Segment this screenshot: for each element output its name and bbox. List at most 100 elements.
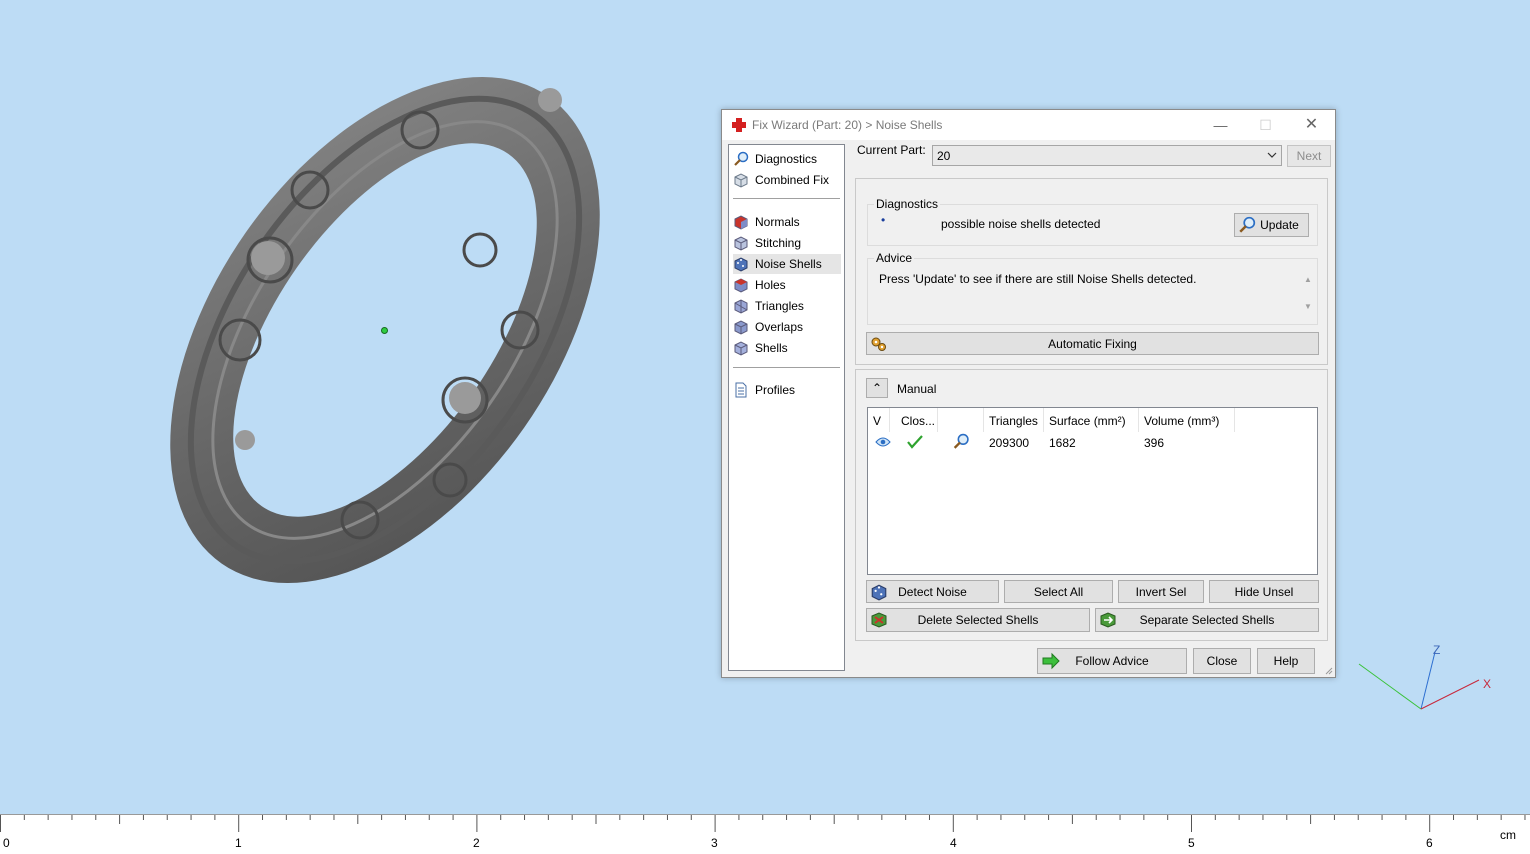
ruler-label-0: 0 [3,836,10,850]
nav-item-profiles[interactable]: Profiles [733,380,841,400]
help-button[interactable]: Help [1257,648,1315,674]
advice-group: Advice Press 'Update' to see if there ar… [867,251,1318,325]
diagnostics-group-label: Diagnostics [874,197,941,211]
current-part-select[interactable]: 20 [932,145,1282,166]
nav-label: Combined Fix [755,173,830,187]
advice-scrollbar[interactable]: ▲ ▼ [1303,275,1313,319]
nav-item-diagnostics[interactable]: Diagnostics [733,149,841,169]
detect-noise-button[interactable]: Detect Noise [866,580,999,603]
shells-table[interactable]: V Clos... Triangles Surface (mm²) Volume… [867,407,1318,575]
advice-group-label: Advice [874,251,915,265]
ruler-unit: cm [1500,828,1516,842]
window-title: Fix Wizard (Part: 20) > Noise Shells [752,118,943,132]
nav-item-normals[interactable]: Normals [733,212,841,232]
ruler-label-1: 1 [235,836,242,850]
separate-selected-label: Separate Selected Shells [1139,613,1275,627]
column-header-surface[interactable]: Surface (mm²) [1044,408,1139,432]
update-button[interactable]: Update [1234,213,1309,237]
ruler-label-6: 6 [1426,836,1433,850]
eye-icon[interactable] [875,436,891,448]
column-header-closed[interactable]: Clos... [896,408,938,432]
diagnostic-bullet: • [881,213,886,227]
advice-text: Press 'Update' to see if there are still… [879,272,1197,286]
column-header-volume[interactable]: Volume (mm³) [1139,408,1235,432]
diagnostics-panel: Diagnostics • possible noise shells dete… [855,178,1328,365]
nav-item-holes[interactable]: Holes [733,275,841,295]
update-label: Update [1260,218,1299,232]
select-all-button[interactable]: Select All [1004,580,1113,603]
nav-label: Holes [755,278,786,292]
normals-cube-icon [734,215,748,230]
invert-selection-button[interactable]: Invert Sel [1118,580,1204,603]
nav-item-shells[interactable]: Shells [733,338,841,358]
nav-divider [733,198,840,199]
nav-item-stitching[interactable]: Stitching [733,233,841,253]
nav-label: Overlaps [755,320,804,334]
column-header-triangles[interactable]: Triangles [984,408,1044,432]
axis-z-label: Z [1433,643,1440,657]
manual-collapse-button[interactable]: ⌃ [866,378,888,398]
nav-label: Noise Shells [755,257,822,271]
diagnostics-group: Diagnostics • possible noise shells dete… [867,197,1318,246]
automatic-fixing-button[interactable]: Automatic Fixing [866,332,1319,355]
close-button[interactable]: Close [1193,648,1251,674]
follow-advice-label: Follow Advice [1075,654,1149,668]
next-button[interactable]: Next [1287,145,1331,167]
gears-icon [871,337,886,351]
rotation-center-marker [381,327,388,334]
cell-volume: 396 [1144,436,1165,450]
nav-divider [733,367,840,368]
fix-wizard-window: Fix Wizard (Part: 20) > Noise Shells — ☐… [721,109,1336,678]
overlaps-cube-icon [734,320,748,335]
close-window-button[interactable]: ✕ [1289,110,1334,140]
nav-label: Normals [755,215,800,229]
current-part-label: Current Part: [857,143,926,157]
chevron-down-icon [1267,152,1277,158]
ruler: 0 1 2 3 4 5 6 cm [0,814,1530,854]
resize-grip-icon[interactable] [1323,665,1333,675]
nav-label: Diagnostics [755,152,818,166]
nav-label: Triangles [755,299,804,313]
magnifier-icon [734,151,749,166]
title-bar[interactable]: Fix Wizard (Part: 20) > Noise Shells — ☐… [722,110,1335,140]
noise-cube-icon [871,584,887,601]
magnifier-icon [1239,216,1256,233]
ruler-label-3: 3 [711,836,718,850]
cell-triangles: 209300 [989,436,1030,450]
delete-selected-shells-button[interactable]: Delete Selected Shells [866,608,1090,632]
current-part-value: 20 [937,149,951,163]
column-header-inspect[interactable] [938,408,984,432]
nav-label: Shells [755,341,788,355]
ruler-label-5: 5 [1188,836,1195,850]
nav-label: Profiles [755,383,796,397]
ruler-ticks [0,814,1530,832]
nav-item-noise-shells[interactable]: Noise Shells [733,254,841,274]
green-arrow-icon [1042,652,1060,670]
hide-unselected-button[interactable]: Hide Unsel [1209,580,1319,603]
nav-item-overlaps[interactable]: Overlaps [733,317,841,337]
column-header-visible[interactable]: V [868,408,890,432]
magnifier-icon[interactable] [952,433,970,450]
delete-selected-label: Delete Selected Shells [917,613,1039,627]
minimize-button[interactable]: — [1198,110,1243,140]
manual-panel: ⌃ Manual V Clos... Triangles Surface (mm… [855,369,1328,641]
ruler-label-4: 4 [950,836,957,850]
maximize-button[interactable]: ☐ [1243,110,1288,140]
triangles-cube-icon [734,299,748,314]
nav-item-triangles[interactable]: Triangles [733,296,841,316]
separate-selected-shells-button[interactable]: Separate Selected Shells [1095,608,1319,632]
cell-surface: 1682 [1049,436,1076,450]
noise-cube-icon [734,257,748,272]
axis-triad: Z X [1358,643,1491,710]
separate-shell-icon [1100,612,1116,628]
nav-item-combined-fix[interactable]: Combined Fix [733,170,841,190]
fix-wizard-nav: Diagnostics Combined Fix Normals Stitchi… [728,144,845,671]
axis-x-label: X [1483,677,1491,691]
follow-advice-button[interactable]: Follow Advice [1037,648,1187,674]
manual-label: Manual [897,382,937,396]
document-icon [735,382,747,398]
nav-label: Stitching [755,236,802,250]
automatic-fixing-label: Automatic Fixing [1048,336,1137,351]
delete-shell-icon [871,612,887,628]
detect-noise-label: Detect Noise [898,584,967,599]
